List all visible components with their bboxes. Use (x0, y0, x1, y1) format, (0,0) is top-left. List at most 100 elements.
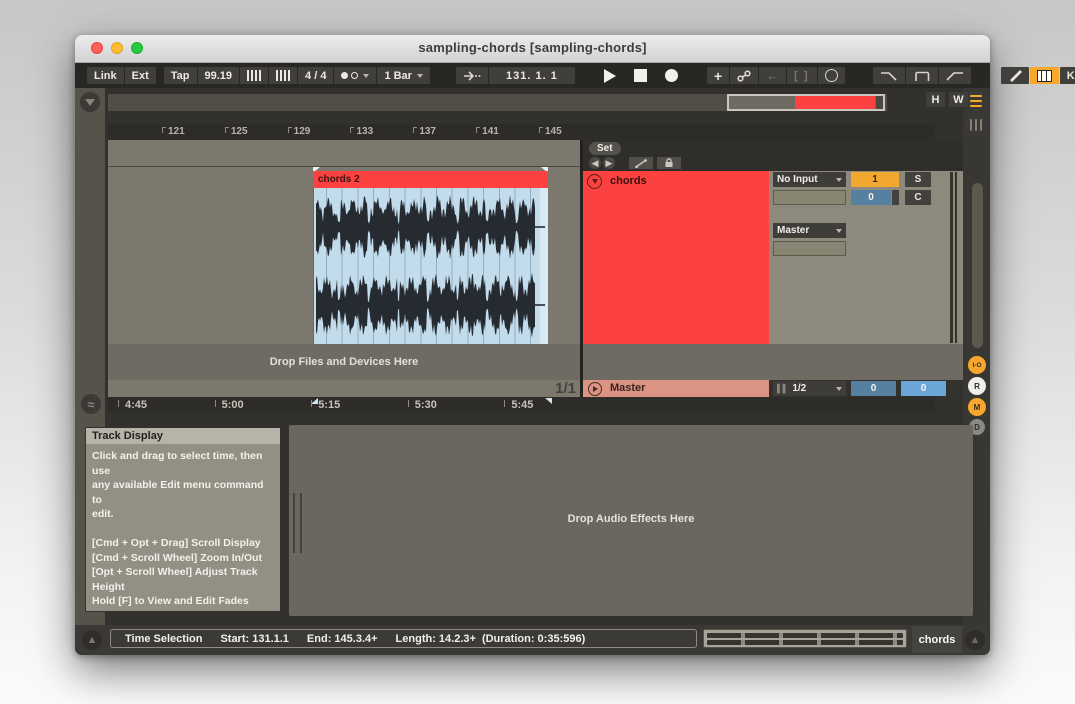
clip-view-tab[interactable]: chords (912, 626, 962, 653)
master-output-chooser[interactable]: ▌▌ 1/2 (773, 381, 846, 396)
returns-section-toggle[interactable]: R (968, 377, 986, 395)
chevron-down-icon (836, 229, 842, 233)
follow-button[interactable] (456, 67, 488, 84)
record-button[interactable] (665, 69, 678, 82)
loop-button[interactable] (818, 67, 845, 84)
punch-region-button[interactable]: [ ] (787, 67, 817, 84)
nudge-up-button[interactable] (269, 67, 297, 84)
stop-button[interactable] (634, 69, 647, 82)
master-pan-field[interactable]: 0 (851, 381, 896, 396)
fades-toggle-button[interactable]: ≈ (81, 394, 101, 414)
punch-out-button[interactable] (939, 67, 971, 84)
status-end: End: 145.3.4+ (307, 633, 378, 645)
main-content: ≈ I-O R M D H W 121125129133137141145 (75, 88, 990, 625)
device-chain-pane[interactable]: Drop Audio Effects Here (289, 425, 973, 616)
input-chooser[interactable]: No Input (773, 172, 846, 187)
back-to-arrangement-button[interactable]: ← (759, 67, 786, 84)
solo-button[interactable]: S (905, 172, 931, 187)
info-view-toggle[interactable]: ▲ (82, 630, 102, 650)
vertical-scrollbar[interactable] (972, 183, 983, 348)
output-channel-chooser[interactable] (773, 241, 846, 256)
new-midi-track-button[interactable]: + (707, 67, 729, 84)
drop-files-zone[interactable]: Drop Files and Devices Here (108, 344, 580, 380)
time-label: 5:15 (318, 399, 340, 411)
marker-lane[interactable] (108, 140, 580, 167)
time-ruler[interactable]: 4:455:005:155:305:45 (108, 397, 935, 413)
triangle-down-icon (592, 179, 598, 184)
track-name[interactable]: chords (610, 175, 647, 187)
crossfade-c-button[interactable]: C (905, 190, 931, 205)
master-lane[interactable]: 1/1 (108, 380, 580, 397)
chevron-down-icon (836, 387, 842, 391)
master-name-label: Master (610, 382, 645, 394)
master-track-header[interactable]: Master (583, 380, 769, 397)
overdub-button[interactable] (730, 67, 758, 84)
master-unfold-button[interactable] (588, 382, 602, 396)
detail-view-toggle[interactable]: ▲ (965, 630, 985, 650)
metronome-dot-filled-icon (341, 72, 348, 79)
quantize-menu[interactable]: 1 Bar (377, 67, 430, 84)
chevron-down-icon (417, 74, 423, 78)
time-label: 5:45 (511, 399, 533, 411)
arrangement-position-field[interactable]: 131. 1. 1 (489, 67, 575, 84)
overview-viewport[interactable] (727, 94, 885, 111)
drop-files-zone-right[interactable] (583, 344, 963, 380)
io-section-toggle[interactable]: I-O (968, 356, 986, 374)
tap-tempo-button[interactable]: Tap (164, 67, 197, 84)
metronome-button[interactable] (334, 67, 376, 84)
bar-number: 121 (168, 126, 185, 137)
link-button[interactable]: Link (87, 67, 124, 84)
circle-icon (825, 69, 838, 82)
session-view-selector[interactable] (965, 114, 987, 136)
previous-locator-button[interactable]: ◀ (589, 157, 601, 169)
master-header-row: Master ▌▌ 1/2 0 0 (583, 380, 963, 397)
track-unfold-button[interactable] (587, 174, 602, 189)
draw-mode-button[interactable] (1001, 67, 1029, 84)
info-view-title: Track Display (86, 428, 280, 444)
nudge-down-button[interactable] (240, 67, 268, 84)
tempo-field[interactable]: 99.19 (198, 67, 240, 84)
chevron-down-icon (836, 178, 842, 182)
ext-button[interactable]: Ext (125, 67, 156, 84)
key-map-button[interactable]: Key (1060, 67, 1075, 84)
lock-envelopes-button[interactable] (657, 157, 681, 169)
track-output-meter (950, 172, 959, 343)
audio-clip[interactable]: chords 2 (313, 171, 548, 344)
play-button[interactable] (604, 69, 616, 83)
clip-waveform-area[interactable] (313, 188, 548, 344)
bar-ruler[interactable]: 121125129133137141145 (108, 124, 935, 140)
loop-switch-button[interactable] (906, 67, 938, 84)
next-locator-button[interactable]: ▶ (603, 157, 615, 169)
track-header-chords[interactable]: chords (583, 171, 769, 344)
clip-title-bar[interactable]: chords 2 (313, 171, 548, 188)
computer-midi-keyboard-button[interactable] (1030, 67, 1059, 84)
fold-arrangement-button[interactable] (80, 92, 100, 112)
info-view-panel: Track Display Click and drag to select t… (85, 427, 281, 612)
status-mode: Time Selection (125, 633, 202, 645)
piano-keyboard-icon (1037, 70, 1052, 82)
optimize-width-button[interactable]: W (949, 92, 968, 107)
master-volume-field[interactable]: 0 (901, 381, 946, 396)
bar-number: 125 (231, 126, 248, 137)
clip-overview-waveform[interactable] (703, 629, 907, 648)
track-volume-field[interactable]: 0 (851, 190, 891, 205)
status-start: Start: 131.1.1 (220, 633, 288, 645)
output-chooser[interactable]: Master (773, 223, 846, 238)
optimize-height-button[interactable]: H (926, 92, 945, 107)
mixer-section-toggle[interactable]: M (968, 398, 986, 416)
titlebar: sampling-chords [sampling-chords] (75, 35, 990, 63)
time-signature-field[interactable]: 4 / 4 (298, 67, 333, 84)
waveform-band-icon (707, 640, 903, 645)
triangle-down-icon (85, 99, 95, 106)
track-activator-button[interactable]: 1 (851, 172, 899, 187)
overview-notch (876, 96, 883, 109)
punch-in-button[interactable] (873, 67, 905, 84)
bar-number: 133 (356, 126, 373, 137)
draw-automation-button[interactable] (629, 157, 653, 169)
locator-area: Set ◀ ▶ (583, 140, 963, 171)
input-channel-chooser[interactable] (773, 190, 846, 205)
bar-number: 145 (545, 126, 562, 137)
arrangement-overview[interactable] (108, 94, 887, 111)
arrangement-view-selector[interactable] (965, 90, 987, 112)
set-locator-button[interactable]: Set (589, 142, 621, 155)
